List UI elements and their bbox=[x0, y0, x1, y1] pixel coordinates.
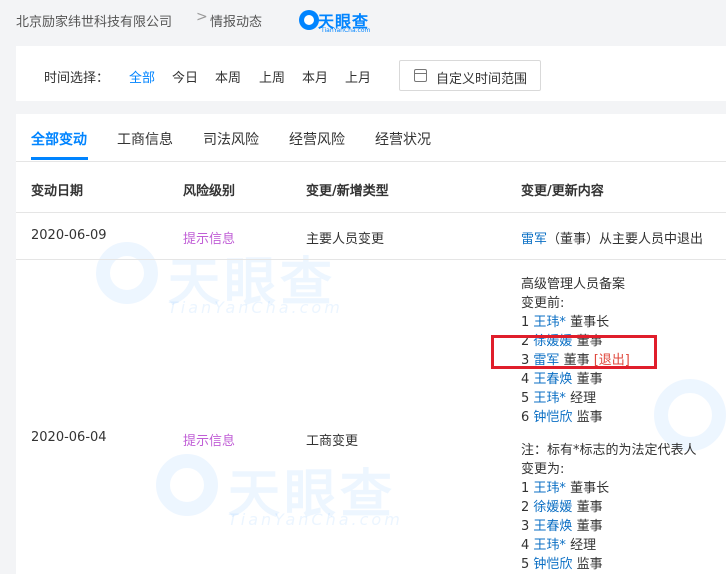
tab-bar: 全部变动 工商信息 司法风险 经营风险 经营状况 bbox=[16, 114, 726, 162]
filter-option-last-week[interactable]: 上周 bbox=[259, 67, 285, 86]
custom-range-button[interactable]: 自定义时间范围 bbox=[399, 60, 541, 91]
tab-judicial-risk[interactable]: 司法风险 bbox=[203, 129, 259, 149]
tab-all-changes[interactable]: 全部变动 bbox=[31, 129, 87, 149]
person-link[interactable]: 王春焕 bbox=[533, 372, 572, 387]
row-risk-level: 提示信息 bbox=[183, 434, 236, 449]
person-link[interactable]: 徐媛媛 bbox=[533, 500, 572, 515]
logo-sub: TianYanCha.com bbox=[321, 27, 371, 34]
person-link[interactable]: 王玮* bbox=[533, 481, 566, 496]
column-header-content: 变更/更新内容 bbox=[521, 184, 604, 199]
time-filter-bar: 时间选择： 全部 今日 本周 上周 本月 上月 自定义时间范围 bbox=[16, 46, 726, 101]
row-content-text: （董事）从主要人员中退出 bbox=[547, 232, 704, 247]
filter-option-today[interactable]: 今日 bbox=[172, 67, 198, 86]
legal-rep-note: 注：标有*标志的为法定代表人 bbox=[521, 443, 697, 458]
person-link[interactable]: 王玮* bbox=[533, 538, 566, 553]
row-date: 2020-06-04 bbox=[31, 430, 107, 445]
list-item: 4 王春焕 董事 bbox=[521, 372, 603, 387]
row-change-type: 主要人员变更 bbox=[306, 232, 385, 247]
table-header: 变动日期 风险级别 变更/新增类型 变更/更新内容 bbox=[16, 162, 726, 213]
row-change-type: 工商变更 bbox=[306, 434, 359, 449]
before-label: 变更前: bbox=[521, 296, 565, 311]
column-header-type: 变更/新增类型 bbox=[306, 184, 389, 199]
column-header-date: 变动日期 bbox=[31, 184, 84, 199]
breadcrumb-separator-icon: > bbox=[196, 9, 208, 25]
tianyancha-logo[interactable]: 天眼查 TianYanCha.com bbox=[299, 8, 371, 36]
row-date: 2020-06-09 bbox=[31, 228, 107, 243]
person-link[interactable]: 王春焕 bbox=[533, 519, 572, 534]
list-item: 5 钟恺欣 监事 bbox=[521, 557, 603, 572]
breadcrumb-current: 情报动态 bbox=[210, 15, 263, 30]
list-item: 1 王玮* 董事长 bbox=[521, 481, 610, 496]
custom-range-label: 自定义时间范围 bbox=[436, 72, 528, 87]
person-link[interactable]: 雷军 bbox=[521, 232, 547, 247]
time-filter-label: 时间选择： bbox=[44, 71, 110, 86]
row-risk-level: 提示信息 bbox=[183, 232, 236, 247]
tab-business-info[interactable]: 工商信息 bbox=[117, 129, 173, 149]
row-content: 雷军（董事）从主要人员中退出 bbox=[521, 228, 703, 247]
active-tab-indicator bbox=[31, 157, 88, 160]
highlight-box bbox=[491, 335, 657, 369]
person-link[interactable]: 王玮* bbox=[533, 315, 566, 330]
filter-option-this-week[interactable]: 本周 bbox=[215, 67, 241, 86]
breadcrumb-company[interactable]: 北京励家纬世科技有限公司 bbox=[16, 11, 172, 30]
after-label: 变更为: bbox=[521, 462, 565, 477]
top-bar: 北京励家纬世科技有限公司 > 情报动态 天眼查 TianYanCha.com bbox=[0, 0, 726, 40]
filter-option-all[interactable]: 全部 bbox=[129, 67, 155, 86]
list-item: 2 徐媛媛 董事 bbox=[521, 500, 603, 515]
list-item: 3 王春焕 董事 bbox=[521, 519, 603, 534]
filter-option-last-month[interactable]: 上月 bbox=[345, 67, 371, 86]
list-item: 6 钟恺欣 监事 bbox=[521, 410, 603, 425]
calendar-icon bbox=[414, 69, 427, 82]
tab-operating-status[interactable]: 经营状况 bbox=[375, 129, 431, 149]
list-item: 5 王玮* 经理 bbox=[521, 391, 597, 406]
person-link[interactable]: 钟恺欣 bbox=[533, 557, 572, 572]
column-header-risk: 风险级别 bbox=[183, 184, 236, 199]
filter-option-this-month[interactable]: 本月 bbox=[302, 67, 328, 86]
person-link[interactable]: 钟恺欣 bbox=[533, 410, 572, 425]
change-title: 高级管理人员备案 bbox=[521, 277, 626, 292]
list-item: 4 王玮* 经理 bbox=[521, 538, 597, 553]
logo-mark-icon bbox=[299, 10, 319, 30]
list-item: 1 王玮* 董事长 bbox=[521, 315, 610, 330]
tab-operating-risk[interactable]: 经营风险 bbox=[289, 129, 345, 149]
table-row: 2020-06-09 提示信息 主要人员变更 雷军（董事）从主要人员中退出 bbox=[16, 213, 726, 260]
person-link[interactable]: 王玮* bbox=[533, 391, 566, 406]
